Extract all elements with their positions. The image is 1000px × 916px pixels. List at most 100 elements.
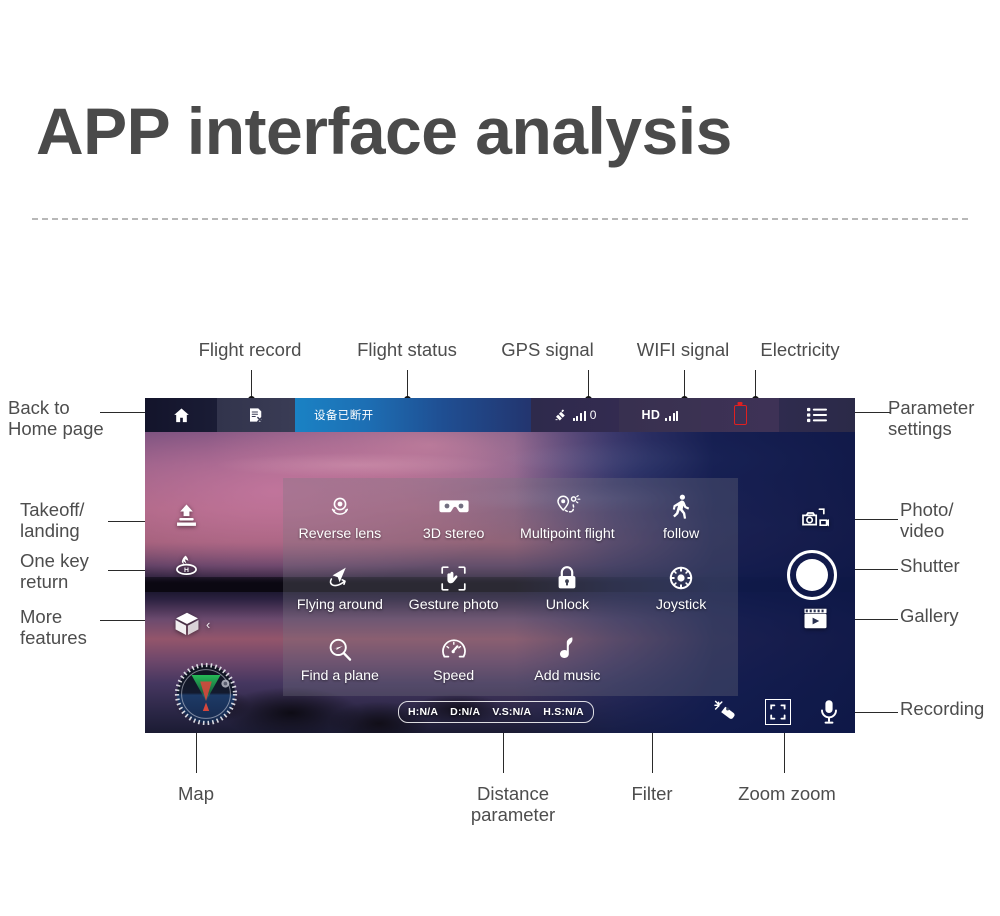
page-title: APP interface analysis [36, 94, 732, 168]
annotation-wifi-signal: WIFI signal [636, 339, 730, 360]
shutter-circle-icon [796, 559, 828, 591]
annotation-recording: Recording [900, 698, 985, 719]
shutter-button[interactable] [787, 550, 837, 600]
return-home-icon: H [173, 553, 200, 577]
feature-menu-panel: Reverse lens 3D stereo Multipoint flight… [283, 478, 738, 696]
radar-compass-icon [174, 662, 238, 726]
one-key-return-button[interactable]: H [173, 553, 200, 577]
distance-param-vs: V.S:N/A [492, 706, 532, 718]
annotation-one-key-return: One key return [20, 550, 89, 592]
app-screen: 设备已断开 0 HD H ‹ Reverse lens 3D stereo Mu… [145, 398, 855, 733]
more-features-button[interactable]: ‹ [173, 610, 210, 638]
annotation-distance-parameter: Distance parameter [470, 783, 556, 825]
flight-record-button[interactable] [217, 398, 295, 432]
vr-goggles-icon [439, 494, 469, 521]
parameter-settings-button[interactable] [779, 398, 855, 432]
menu-item-reverse-lens[interactable]: Reverse lens [283, 482, 397, 553]
menu-item-label: Unlock [545, 596, 590, 613]
photo-video-toggle-button[interactable] [801, 506, 829, 530]
menu-item-label: Gesture photo [408, 596, 499, 613]
speedometer-icon [441, 636, 467, 663]
filter-button[interactable] [713, 700, 737, 724]
menu-item-gesture-photo[interactable]: Gesture photo [397, 553, 511, 624]
leader-zoom-zoom [784, 733, 785, 773]
bottom-control-bar [713, 699, 839, 725]
annotation-filter: Filter [631, 783, 673, 804]
gps-satellite-count: 0 [589, 408, 597, 422]
menu-item-label: Add music [534, 668, 601, 685]
orbit-plane-icon [326, 565, 354, 592]
map-widget[interactable] [173, 661, 239, 727]
leader-shutter [850, 569, 898, 570]
magnifier-plane-icon [327, 636, 353, 663]
list-menu-icon [807, 407, 827, 423]
focus-brackets-icon [770, 704, 786, 720]
music-note-icon [556, 636, 578, 663]
app-top-bar: 设备已断开 0 HD [145, 398, 855, 432]
distance-param-h: H:N/A [408, 706, 439, 718]
reverse-lens-icon [327, 494, 353, 521]
menu-item-label: Joystick [655, 596, 707, 613]
annotation-shutter: Shutter [900, 555, 960, 576]
takeoff-landing-button[interactable] [173, 502, 200, 529]
magic-wand-icon [713, 700, 737, 724]
distance-parameter-bar: H:N/A D:N/A V.S:N/A H.S:N/A [398, 701, 594, 723]
back-to-home-button[interactable] [145, 398, 217, 432]
microphone-icon [819, 699, 839, 725]
menu-item-multipoint-flight[interactable]: Multipoint flight [511, 482, 625, 553]
menu-item-speed[interactable]: Speed [397, 625, 511, 696]
battery-empty-icon [733, 405, 747, 425]
menu-item-label: Multipoint flight [520, 525, 615, 542]
home-icon [172, 406, 191, 425]
menu-item-find-a-plane[interactable]: Find a plane [283, 625, 397, 696]
menu-item-joystick[interactable]: Joystick [624, 553, 738, 624]
padlock-icon [556, 565, 578, 592]
svg-text:H: H [184, 567, 189, 574]
menu-item-label: follow [662, 525, 700, 542]
gallery-button[interactable] [802, 606, 829, 631]
annotation-gps-signal: GPS signal [501, 339, 594, 360]
takeoff-landing-icon [173, 502, 200, 529]
menu-item-label: Flying around [296, 596, 383, 613]
annotation-gallery: Gallery [900, 605, 959, 626]
menu-item-label: 3D stereo [422, 525, 485, 542]
annotation-map: Map [178, 783, 214, 804]
annotation-photo-video: Photo/ video [900, 499, 954, 541]
flight-status-text: 设备已断开 [314, 410, 374, 422]
film-strip-play-icon [802, 606, 829, 631]
flight-status-bar: 设备已断开 [295, 398, 531, 432]
menu-item-label: Find a plane [300, 668, 379, 685]
more-features-chevron-icon: ‹ [206, 616, 211, 632]
leader-distance-parameter [503, 733, 504, 773]
gps-signal-bars [572, 410, 586, 421]
menu-item-3d-stereo[interactable]: 3D stereo [397, 482, 511, 553]
menu-item-label: Speed [433, 668, 475, 685]
gesture-hand-icon [440, 565, 467, 592]
menu-item-add-music[interactable]: Add music [511, 625, 625, 696]
header-divider [32, 218, 968, 220]
distance-param-hs: H.S:N/A [543, 706, 584, 718]
satellite-icon [554, 408, 569, 422]
menu-item-label: Reverse lens [298, 525, 382, 542]
menu-item-flying-around[interactable]: Flying around [283, 553, 397, 624]
leader-gallery [850, 619, 898, 620]
wifi-quality-label: HD [641, 408, 661, 422]
annotation-flight-status: Flight status [357, 339, 457, 360]
wifi-signal-indicator: HD [619, 398, 701, 432]
leader-map [196, 733, 197, 773]
annotation-zoom-zoom: Zoom zoom [738, 783, 836, 804]
annotation-parameter-settings: Parameter settings [888, 397, 975, 439]
cube-icon [173, 610, 201, 638]
annotation-back-to-home: Back to Home page [8, 397, 104, 439]
menu-item-follow[interactable]: follow [624, 482, 738, 553]
gps-signal-indicator: 0 [531, 398, 619, 432]
joystick-icon [668, 565, 694, 592]
camera-video-toggle-icon [801, 506, 829, 530]
waypoint-pin-icon [554, 494, 581, 521]
recording-button[interactable] [819, 699, 839, 725]
zoom-zoom-button[interactable] [765, 699, 791, 725]
walking-person-icon [670, 494, 692, 521]
annotation-more-features: More features [20, 606, 87, 648]
menu-item-unlock[interactable]: Unlock [511, 553, 625, 624]
distance-param-d: D:N/A [450, 706, 481, 718]
